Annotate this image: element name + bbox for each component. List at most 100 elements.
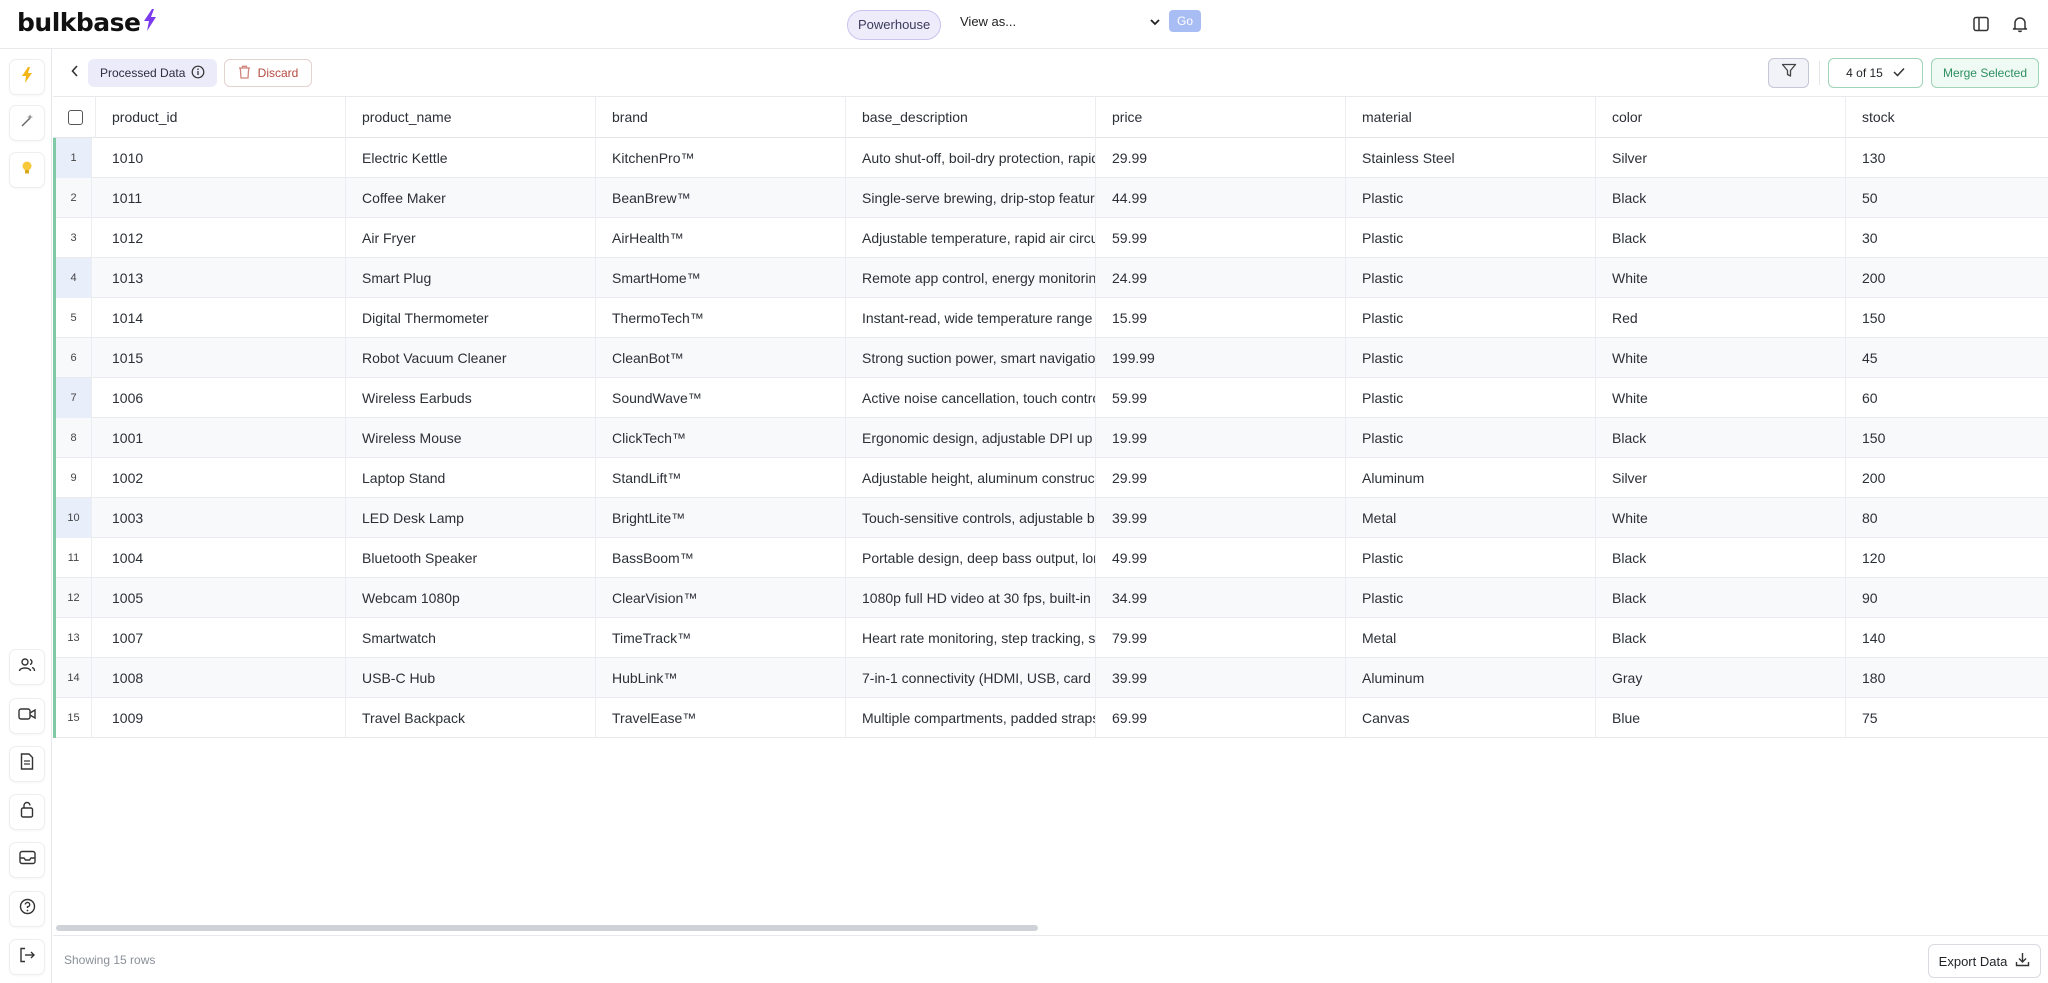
table-cell[interactable]: Instant-read, wide temperature range: [846, 298, 1096, 338]
table-cell[interactable]: 1001: [96, 418, 346, 458]
table-cell[interactable]: ClickTech™: [596, 418, 846, 458]
table-cell[interactable]: LED Desk Lamp: [346, 498, 596, 538]
row-number[interactable]: 3: [56, 218, 92, 258]
table-cell[interactable]: Adjustable temperature, rapid air circul…: [846, 218, 1096, 258]
column-header[interactable]: brand: [596, 97, 846, 138]
table-cell[interactable]: White: [1596, 378, 1846, 418]
table-cell[interactable]: 45: [1846, 338, 2048, 378]
row-number[interactable]: 1: [56, 138, 92, 178]
table-cell[interactable]: 29.99: [1096, 138, 1346, 178]
column-header[interactable]: stock: [1846, 97, 2048, 138]
table-row[interactable]: 4 1013 Smart Plug SmartHome™ Remote app cont…: [53, 258, 2048, 298]
table-cell[interactable]: AirHealth™: [596, 218, 846, 258]
table-cell[interactable]: White: [1596, 338, 1846, 378]
table-row[interactable]: 10 1003 LED Desk Lamp BrightLite™ Touch-sens…: [53, 498, 2048, 538]
table-cell[interactable]: 1009: [96, 698, 346, 738]
table-cell[interactable]: Digital Thermometer: [346, 298, 596, 338]
table-cell[interactable]: CleanBot™: [596, 338, 846, 378]
table-cell[interactable]: 1013: [96, 258, 346, 298]
table-cell[interactable]: Silver: [1596, 138, 1846, 178]
table-cell[interactable]: 120: [1846, 538, 2048, 578]
table-cell[interactable]: 30: [1846, 218, 2048, 258]
table-cell[interactable]: TimeTrack™: [596, 618, 846, 658]
table-cell[interactable]: 1015: [96, 338, 346, 378]
rail-inbox-button[interactable]: [9, 842, 45, 878]
table-cell[interactable]: 59.99: [1096, 378, 1346, 418]
table-cell[interactable]: 1012: [96, 218, 346, 258]
table-cell[interactable]: Air Fryer: [346, 218, 596, 258]
info-icon[interactable]: [191, 65, 205, 82]
rail-idea-button[interactable]: [9, 152, 45, 188]
table-cell[interactable]: Webcam 1080p: [346, 578, 596, 618]
table-cell[interactable]: Electric Kettle: [346, 138, 596, 178]
table-cell[interactable]: 1014: [96, 298, 346, 338]
row-number[interactable]: 5: [56, 298, 92, 338]
table-cell[interactable]: 29.99: [1096, 458, 1346, 498]
table-cell[interactable]: 15.99: [1096, 298, 1346, 338]
table-cell[interactable]: Plastic: [1346, 258, 1596, 298]
rail-video-button[interactable]: [9, 698, 45, 734]
table-cell[interactable]: Plastic: [1346, 538, 1596, 578]
table-cell[interactable]: 1004: [96, 538, 346, 578]
table-cell[interactable]: Strong suction power, smart navigation: [846, 338, 1096, 378]
row-number[interactable]: 13: [56, 618, 92, 658]
row-number[interactable]: 8: [56, 418, 92, 458]
table-row[interactable]: 7 1006 Wireless Earbuds SoundWave™ Active no…: [53, 378, 2048, 418]
table-cell[interactable]: 199.99: [1096, 338, 1346, 378]
table-row[interactable]: 6 1015 Robot Vacuum Cleaner CleanBot™ Strong…: [53, 338, 2048, 378]
table-cell[interactable]: Plastic: [1346, 578, 1596, 618]
table-cell[interactable]: Touch-sensitive controls, adjustable bri…: [846, 498, 1096, 538]
go-button[interactable]: Go: [1169, 10, 1201, 32]
logo[interactable]: bulkbase: [17, 8, 157, 37]
table-cell[interactable]: Black: [1596, 418, 1846, 458]
row-number[interactable]: 12: [56, 578, 92, 618]
row-number[interactable]: 15: [56, 698, 92, 738]
table-cell[interactable]: Heart rate monitoring, step tracking, sl…: [846, 618, 1096, 658]
back-button[interactable]: [65, 63, 85, 83]
table-cell[interactable]: ClearVision™: [596, 578, 846, 618]
table-cell[interactable]: 200: [1846, 258, 2048, 298]
table-cell[interactable]: 90: [1846, 578, 2048, 618]
table-cell[interactable]: Wireless Earbuds: [346, 378, 596, 418]
table-cell[interactable]: KitchenPro™: [596, 138, 846, 178]
table-cell[interactable]: Black: [1596, 178, 1846, 218]
table-cell[interactable]: 180: [1846, 658, 2048, 698]
table-cell[interactable]: Black: [1596, 578, 1846, 618]
table-cell[interactable]: 59.99: [1096, 218, 1346, 258]
discard-button[interactable]: Discard: [224, 59, 312, 87]
table-cell[interactable]: 200: [1846, 458, 2048, 498]
table-cell[interactable]: HubLink™: [596, 658, 846, 698]
table-cell[interactable]: White: [1596, 258, 1846, 298]
column-header[interactable]: color: [1596, 97, 1846, 138]
processed-data-tab[interactable]: Processed Data: [88, 59, 218, 87]
table-cell[interactable]: Silver: [1596, 458, 1846, 498]
table-cell[interactable]: Plastic: [1346, 338, 1596, 378]
table-cell[interactable]: 49.99: [1096, 538, 1346, 578]
row-number[interactable]: 6: [56, 338, 92, 378]
table-cell[interactable]: Wireless Mouse: [346, 418, 596, 458]
table-cell[interactable]: Aluminum: [1346, 658, 1596, 698]
table-cell[interactable]: 44.99: [1096, 178, 1346, 218]
table-cell[interactable]: USB-C Hub: [346, 658, 596, 698]
table-cell[interactable]: Stainless Steel: [1346, 138, 1596, 178]
table-cell[interactable]: Plastic: [1346, 218, 1596, 258]
table-cell[interactable]: 1006: [96, 378, 346, 418]
table-row[interactable]: 13 1007 Smartwatch TimeTrack™ Heart rate mon…: [53, 618, 2048, 658]
table-row[interactable]: 12 1005 Webcam 1080p ClearVision™ 1080p full…: [53, 578, 2048, 618]
table-cell[interactable]: Metal: [1346, 498, 1596, 538]
table-cell[interactable]: 1007: [96, 618, 346, 658]
table-cell[interactable]: Smart Plug: [346, 258, 596, 298]
rail-bolt-button[interactable]: [9, 59, 45, 95]
filter-button[interactable]: [1768, 58, 1809, 88]
table-cell[interactable]: Adjustable height, aluminum construction: [846, 458, 1096, 498]
table-cell[interactable]: 1011: [96, 178, 346, 218]
table-cell[interactable]: 39.99: [1096, 498, 1346, 538]
table-cell[interactable]: SoundWave™: [596, 378, 846, 418]
bell-icon[interactable]: [2009, 13, 2031, 35]
export-data-button[interactable]: Export Data: [1928, 944, 2041, 978]
table-cell[interactable]: Remote app control, energy monitoring: [846, 258, 1096, 298]
workspace-badge[interactable]: Powerhouse: [847, 10, 942, 40]
table-cell[interactable]: Aluminum: [1346, 458, 1596, 498]
column-header[interactable]: product_id: [96, 97, 346, 138]
table-cell[interactable]: Plastic: [1346, 378, 1596, 418]
